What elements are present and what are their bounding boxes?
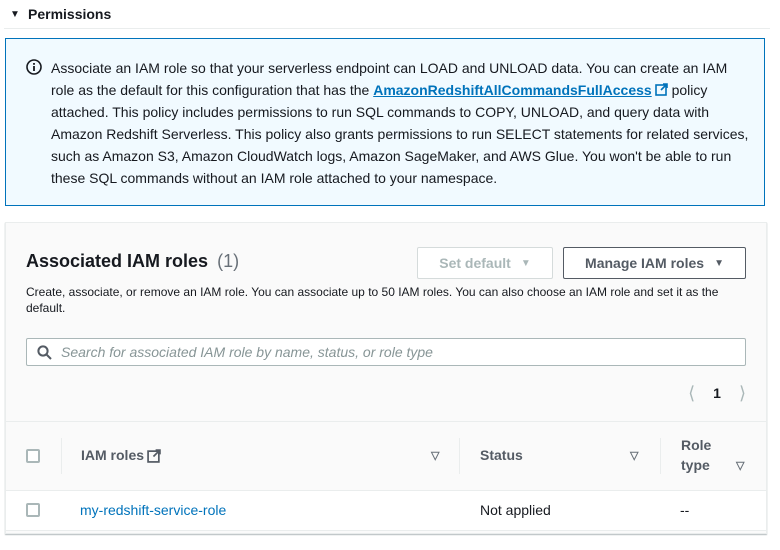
manage-iam-roles-label: Manage IAM roles	[585, 255, 705, 271]
panel-title-count: (1)	[217, 251, 240, 271]
role-name-cell: my-redshift-service-role	[80, 502, 226, 518]
caret-down-icon: ▼	[520, 257, 531, 269]
panel-title: Associated IAM roles (1)	[26, 251, 239, 272]
search-box[interactable]	[26, 338, 746, 366]
column-separator	[61, 438, 62, 474]
permissions-header-label: Permissions	[28, 6, 112, 22]
column-separator	[660, 438, 661, 474]
column-label-status: Status	[480, 447, 523, 463]
external-link-icon[interactable]	[654, 83, 668, 96]
info-text: Associate an IAM role so that your serve…	[51, 57, 751, 189]
set-default-label: Set default	[439, 255, 511, 271]
column-header-role-type[interactable]: Role type ▽	[681, 422, 761, 490]
column-header-status[interactable]: Status ▽	[480, 422, 650, 490]
info-alert: Associate an IAM role so that your serve…	[5, 38, 765, 206]
policy-link-label: AmazonRedshiftAllCommandsFullAccess	[373, 82, 652, 98]
table-header: IAM roles ▽ Status ▽ Role type ▽	[6, 421, 766, 491]
policy-link[interactable]: AmazonRedshiftAllCommandsFullAccess	[373, 82, 652, 98]
sort-down-icon[interactable]: ▽	[736, 459, 744, 472]
set-default-button[interactable]: Set default ▼	[417, 247, 553, 279]
search-input[interactable]	[61, 339, 737, 365]
search-icon	[37, 345, 52, 360]
sort-down-icon[interactable]: ▽	[630, 449, 638, 462]
external-link-icon[interactable]	[147, 449, 161, 463]
caret-down-icon: ▼	[10, 8, 20, 20]
panel-description: Create, associate, or remove an IAM role…	[26, 285, 719, 315]
status-cell: Not applied	[480, 502, 551, 518]
column-label-role-type-line1: Role	[681, 437, 712, 453]
role-name-link[interactable]: my-redshift-service-role	[80, 502, 226, 518]
caret-down-icon: ▼	[714, 257, 724, 269]
column-label-role-type-line2: type	[681, 457, 710, 473]
table-row: my-redshift-service-role Not applied --	[6, 491, 766, 531]
column-separator	[459, 438, 460, 474]
chevron-left-icon[interactable]: ⟨	[688, 383, 695, 403]
column-header-iam-roles[interactable]: IAM roles ▽	[81, 422, 451, 490]
select-all-checkbox[interactable]	[26, 449, 40, 463]
panel-title-label: Associated IAM roles	[26, 251, 209, 271]
page-number[interactable]: 1	[713, 385, 721, 401]
row-checkbox[interactable]	[26, 503, 40, 517]
manage-iam-roles-button[interactable]: Manage IAM roles ▼	[563, 247, 746, 279]
chevron-right-icon[interactable]: ⟩	[739, 383, 746, 403]
role-type-cell: --	[680, 502, 690, 518]
pagination: ⟨ 1 ⟩	[688, 383, 746, 403]
permissions-section-header[interactable]: ▼ Permissions	[10, 4, 111, 24]
sort-down-icon[interactable]: ▽	[431, 449, 439, 462]
column-label-iam-roles: IAM roles	[81, 447, 145, 463]
info-icon	[26, 59, 42, 75]
section-divider	[4, 28, 770, 29]
associated-iam-roles-panel: Associated IAM roles (1) Set default ▼ M…	[5, 222, 767, 534]
